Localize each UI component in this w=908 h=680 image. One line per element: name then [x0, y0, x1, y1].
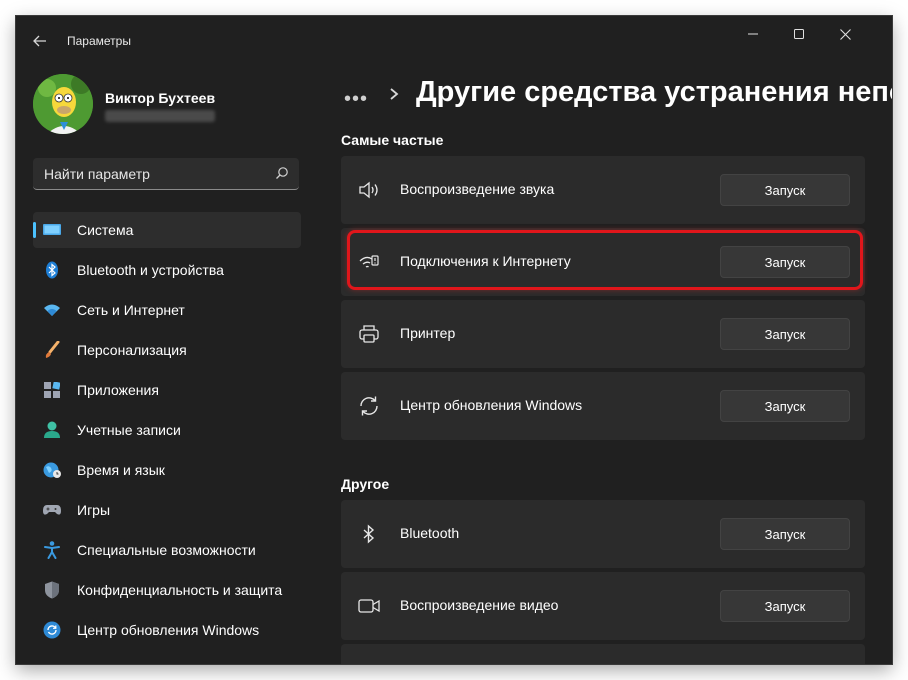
wifi-icon — [43, 301, 61, 319]
sidebar-item-label: Учетные записи — [77, 422, 181, 438]
sidebar-item-apps[interactable]: Приложения — [33, 372, 301, 408]
close-button[interactable] — [822, 20, 868, 48]
apps-icon — [43, 381, 61, 399]
search-input[interactable]: Найти параметр — [44, 166, 150, 182]
run-button[interactable]: Запуск — [720, 318, 850, 350]
run-button[interactable]: Запуск — [720, 390, 850, 422]
run-button[interactable]: Запуск — [720, 590, 850, 622]
troubleshooter-internet: Подключения к Интернету Запуск — [341, 228, 865, 296]
sidebar-item-windows-update[interactable]: Центр обновления Windows — [33, 612, 301, 648]
troubleshooter-label: Bluetooth — [400, 525, 460, 541]
sidebar-item-gaming[interactable]: Игры — [33, 492, 301, 528]
back-button[interactable] — [26, 30, 54, 52]
search-box[interactable]: Найти параметр — [33, 158, 299, 190]
minimize-button[interactable] — [730, 20, 776, 48]
troubleshooter-label: Подключения к Интернету — [400, 253, 571, 269]
breadcrumb: ••• Другие средства устранения непола — [344, 76, 892, 116]
title-bar: Параметры — [16, 16, 892, 66]
bluetooth-icon — [43, 261, 61, 279]
sync-icon — [358, 395, 380, 417]
sidebar-item-accessibility[interactable]: Специальные возможности — [33, 532, 301, 568]
troubleshooter-windows-update: Центр обновления Windows Запуск — [341, 372, 865, 440]
section-title-other: Другое — [341, 476, 390, 492]
sidebar-item-label: Сеть и Интернет — [77, 302, 185, 318]
printer-icon — [358, 323, 380, 345]
sidebar-item-system[interactable]: Система — [33, 212, 301, 248]
section-title-frequent: Самые частые — [341, 132, 444, 148]
troubleshooter-bluetooth: Bluetooth Запуск — [341, 500, 865, 568]
sidebar-item-label: Центр обновления Windows — [77, 622, 260, 638]
minimize-icon — [748, 33, 758, 35]
accessibility-icon — [43, 541, 61, 559]
sidebar-item-network[interactable]: Сеть и Интернет — [33, 292, 301, 328]
maximize-icon — [794, 29, 804, 39]
avatar[interactable] — [33, 74, 93, 134]
troubleshooter-label: Воспроизведение звука — [400, 181, 555, 197]
troubleshooter-label: Воспроизведение видео — [400, 597, 559, 613]
troubleshooter-label: Принтер — [400, 325, 456, 341]
brush-icon — [43, 341, 61, 359]
sidebar-item-accounts[interactable]: Учетные записи — [33, 412, 301, 448]
settings-window: Параметры Виктор Бухтеев Найти параметр … — [16, 16, 892, 664]
maximize-button[interactable] — [776, 20, 822, 48]
globe-icon — [43, 461, 61, 479]
back-arrow-icon — [33, 35, 46, 47]
sidebar-item-label: Bluetooth и устройства — [77, 262, 224, 278]
search-icon[interactable] — [275, 166, 289, 180]
page-title: Другие средства устранения непола — [416, 76, 892, 108]
sidebar-item-label: Конфиденциальность и защита — [77, 582, 283, 598]
sidebar-item-time-language[interactable]: Время и язык — [33, 452, 301, 488]
shield-icon — [43, 581, 61, 599]
user-name: Виктор Бухтеев — [105, 90, 216, 106]
bluetooth-icon — [358, 523, 380, 545]
user-email-blurred — [105, 110, 215, 122]
troubleshooter-printer: Принтер Запуск — [341, 300, 865, 368]
breadcrumb-more-button[interactable]: ••• — [344, 88, 368, 111]
sidebar-item-label: Специальные возможности — [77, 542, 256, 558]
sidebar-item-label: Время и язык — [77, 462, 165, 478]
run-button[interactable]: Запуск — [720, 174, 850, 206]
sidebar-item-label: Приложения — [77, 382, 159, 398]
app-title: Параметры — [67, 34, 131, 48]
sidebar-item-label: Система — [77, 222, 134, 238]
run-button[interactable]: Запуск — [720, 518, 850, 550]
chevron-right-icon — [390, 88, 399, 100]
troubleshooter-label: Центр обновления Windows — [400, 397, 583, 413]
run-button[interactable]: Запуск — [720, 246, 850, 278]
troubleshooter-partial — [341, 644, 865, 664]
avatar-image — [33, 74, 93, 134]
sidebar-item-label: Персонализация — [77, 342, 187, 358]
sidebar-item-personalization[interactable]: Персонализация — [33, 332, 301, 368]
close-icon — [839, 28, 851, 40]
update-icon — [43, 621, 61, 639]
monitor-icon — [43, 221, 61, 239]
troubleshooter-sound: Воспроизведение звука Запуск — [341, 156, 865, 224]
sidebar-item-label: Игры — [77, 502, 111, 518]
speaker-icon — [358, 179, 380, 201]
troubleshooter-video: Воспроизведение видео Запуск — [341, 572, 865, 640]
video-icon — [358, 595, 380, 617]
sidebar-item-privacy[interactable]: Конфиденциальность и защита — [33, 572, 301, 608]
person-icon — [43, 421, 61, 439]
sidebar-item-bluetooth[interactable]: Bluetooth и устройства — [33, 252, 301, 288]
sidebar-nav: Система Bluetooth и устройства Сеть и Ин… — [33, 212, 301, 652]
network-icon — [358, 251, 380, 273]
gamepad-icon — [43, 501, 61, 519]
